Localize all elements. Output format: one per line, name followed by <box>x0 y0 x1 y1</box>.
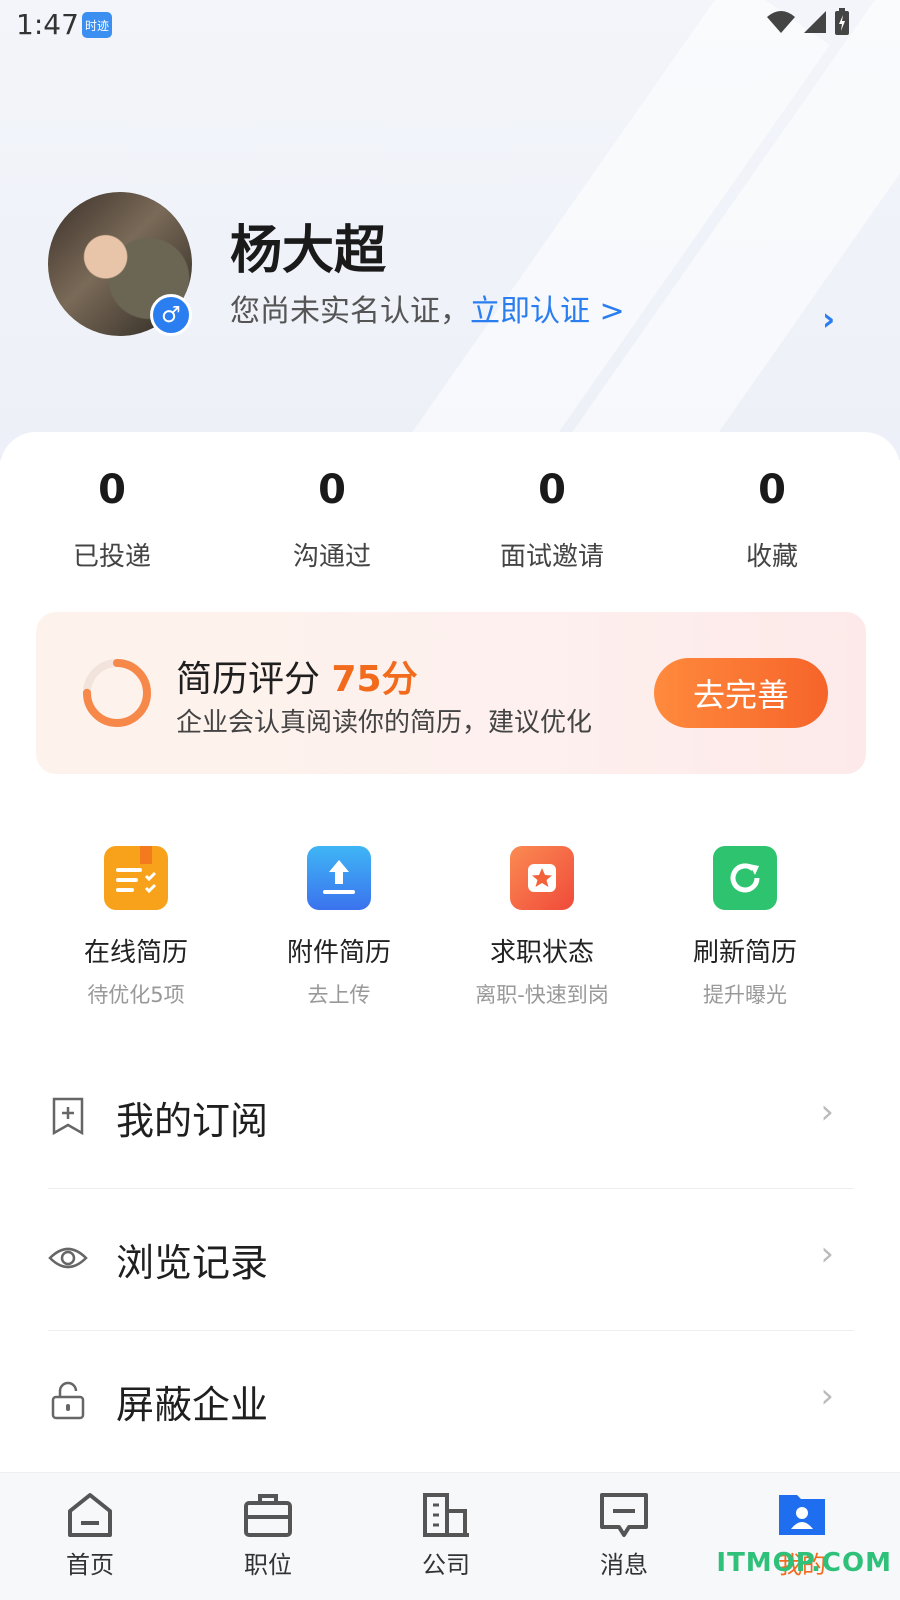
chevron-right-icon: › <box>820 1092 834 1132</box>
tool-subtitle: 待优化5项 <box>87 983 185 1007</box>
tab-label: 首页 <box>66 1551 114 1579</box>
tab-label: 公司 <box>422 1551 470 1579</box>
stat-favorites[interactable]: 0 收藏 <box>672 470 872 573</box>
tab-label: 消息 <box>600 1551 648 1579</box>
tool-name: 附件简历 <box>286 938 391 968</box>
tab-companies[interactable]: 公司 <box>386 1491 506 1580</box>
signal-icon <box>804 11 826 33</box>
menu-blocked-companies[interactable]: 屏蔽企业 › <box>48 1356 854 1446</box>
stat-value: 0 <box>318 467 346 513</box>
tool-name: 刷新简历 <box>692 938 797 968</box>
profile-icon <box>779 1495 825 1535</box>
tool-subtitle: 提升曝光 <box>703 983 787 1007</box>
briefcase-icon <box>244 1494 292 1537</box>
tool-refresh-resume[interactable]: 刷新简历 提升曝光 <box>645 846 845 1009</box>
resume-score-card[interactable]: 简历评分 75分 企业会认真阅读你的简历，建议优化 去完善 <box>36 612 866 774</box>
tab-jobs[interactable]: 职位 <box>208 1491 328 1580</box>
status-time: 1:47 <box>16 8 79 41</box>
status-bar: 1:47 时迹 <box>0 0 900 50</box>
score-label: 简历评分 <box>176 659 321 700</box>
divider <box>48 1188 854 1189</box>
verify-text: 您尚未实名认证， <box>230 294 470 329</box>
chevron-right-icon: › <box>820 1234 834 1274</box>
score-value: 75分 <box>331 659 418 700</box>
bookmark-plus-icon <box>52 1097 84 1136</box>
verify-now-link[interactable]: 立即认证 > <box>470 294 625 329</box>
score-subtitle: 企业会认真阅读你的简历，建议优化 <box>176 708 593 738</box>
watermark: ITMOP.COM <box>716 1548 892 1578</box>
tool-online-resume[interactable]: 在线简历 待优化5项 <box>36 846 236 1009</box>
stat-value: 0 <box>758 467 786 513</box>
tool-job-status[interactable]: 求职状态 离职-快速到岗 <box>442 846 642 1009</box>
refresh-icon <box>713 846 777 910</box>
stat-value: 0 <box>98 467 126 513</box>
stat-contacted[interactable]: 0 沟通过 <box>232 470 432 573</box>
stat-label: 已投递 <box>72 542 151 572</box>
wifi-icon <box>767 11 795 33</box>
user-name: 杨大超 <box>230 221 387 281</box>
menu-browse-history[interactable]: 浏览记录 › <box>48 1214 854 1304</box>
message-icon <box>600 1493 648 1537</box>
tool-subtitle: 去上传 <box>307 983 371 1007</box>
tool-name: 在线简历 <box>83 938 188 968</box>
stat-interviews[interactable]: 0 面试邀请 <box>452 470 652 573</box>
tab-home[interactable]: 首页 <box>30 1491 150 1580</box>
document-icon <box>104 846 168 910</box>
app-badge-icon: 时迹 <box>82 12 112 38</box>
menu-label: 我的订阅 <box>116 1099 269 1143</box>
tool-name: 求职状态 <box>489 938 594 968</box>
menu-label: 浏览记录 <box>116 1241 269 1285</box>
stat-label: 面试邀请 <box>499 542 604 572</box>
menu-my-subscriptions[interactable]: 我的订阅 › <box>48 1072 854 1162</box>
status-icons <box>766 8 850 36</box>
lock-icon <box>51 1381 85 1420</box>
upload-icon <box>307 846 371 910</box>
profile-chevron-right-icon[interactable]: › <box>822 300 835 338</box>
chevron-right-icon: › <box>820 1376 834 1416</box>
stats-row: 0 已投递 0 沟通过 0 面试邀请 0 收藏 <box>0 470 900 580</box>
home-icon <box>68 1493 112 1537</box>
bottom-tab-bar: 首页 职位 公司 消息 我的 <box>0 1472 900 1600</box>
menu-label: 屏蔽企业 <box>116 1383 269 1427</box>
resume-tools-row: 在线简历 待优化5项 附件简历 去上传 求职状态 离职-快速到岗 刷新简历 提升… <box>0 846 900 1016</box>
verify-status: 您尚未实名认证，立即认证 > <box>230 286 625 330</box>
tool-subtitle: 离职-快速到岗 <box>475 983 609 1007</box>
stat-value: 0 <box>538 467 566 513</box>
tool-attachment-resume[interactable]: 附件简历 去上传 <box>239 846 439 1009</box>
battery-icon <box>835 8 849 35</box>
score-title: 简历评分 75分 <box>176 650 418 702</box>
score-progress-ring <box>83 659 151 727</box>
improve-resume-button[interactable]: 去完善 <box>654 658 828 728</box>
tab-messages[interactable]: 消息 <box>564 1491 684 1580</box>
tab-label: 职位 <box>244 1551 292 1579</box>
star-icon <box>510 846 574 910</box>
stat-label: 收藏 <box>745 542 798 572</box>
eye-icon <box>48 1247 88 1269</box>
divider <box>48 1330 854 1331</box>
stat-label: 沟通过 <box>292 542 371 572</box>
male-gender-icon: ♂ <box>150 294 192 336</box>
stat-delivered[interactable]: 0 已投递 <box>12 470 212 573</box>
building-icon <box>423 1493 469 1537</box>
